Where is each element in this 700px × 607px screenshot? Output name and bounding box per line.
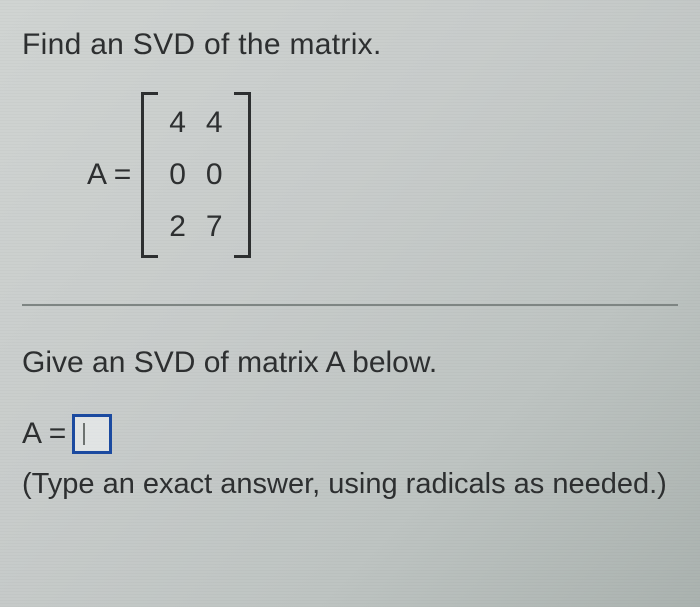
matrix-cell: 0	[169, 158, 186, 192]
matrix-definition: A = 4 4 0 0 2 7	[87, 92, 678, 258]
answer-prompt: Give an SVD of matrix A below.	[22, 346, 678, 380]
bracket-left-icon	[141, 92, 157, 258]
matrix-grid: 4 4 0 0 2 7	[157, 92, 234, 258]
matrix-cell: 4	[169, 106, 186, 140]
matrix-brackets: 4 4 0 0 2 7	[141, 92, 250, 258]
matrix-cell: 7	[206, 210, 223, 244]
problem-container: Find an SVD of the matrix. A = 4 4 0 0 2…	[0, 0, 700, 607]
matrix-label: A =	[87, 158, 131, 192]
answer-input[interactable]	[72, 414, 112, 454]
answer-hint: (Type an exact answer, using radicals as…	[22, 468, 678, 501]
answer-label: A =	[22, 417, 66, 451]
bracket-right-icon	[235, 92, 251, 258]
problem-prompt: Find an SVD of the matrix.	[22, 28, 678, 62]
divider	[22, 304, 678, 306]
matrix-cell: 2	[169, 210, 186, 244]
matrix-cell: 4	[206, 106, 223, 140]
matrix-cell: 0	[206, 158, 223, 192]
answer-row: A =	[22, 414, 678, 454]
